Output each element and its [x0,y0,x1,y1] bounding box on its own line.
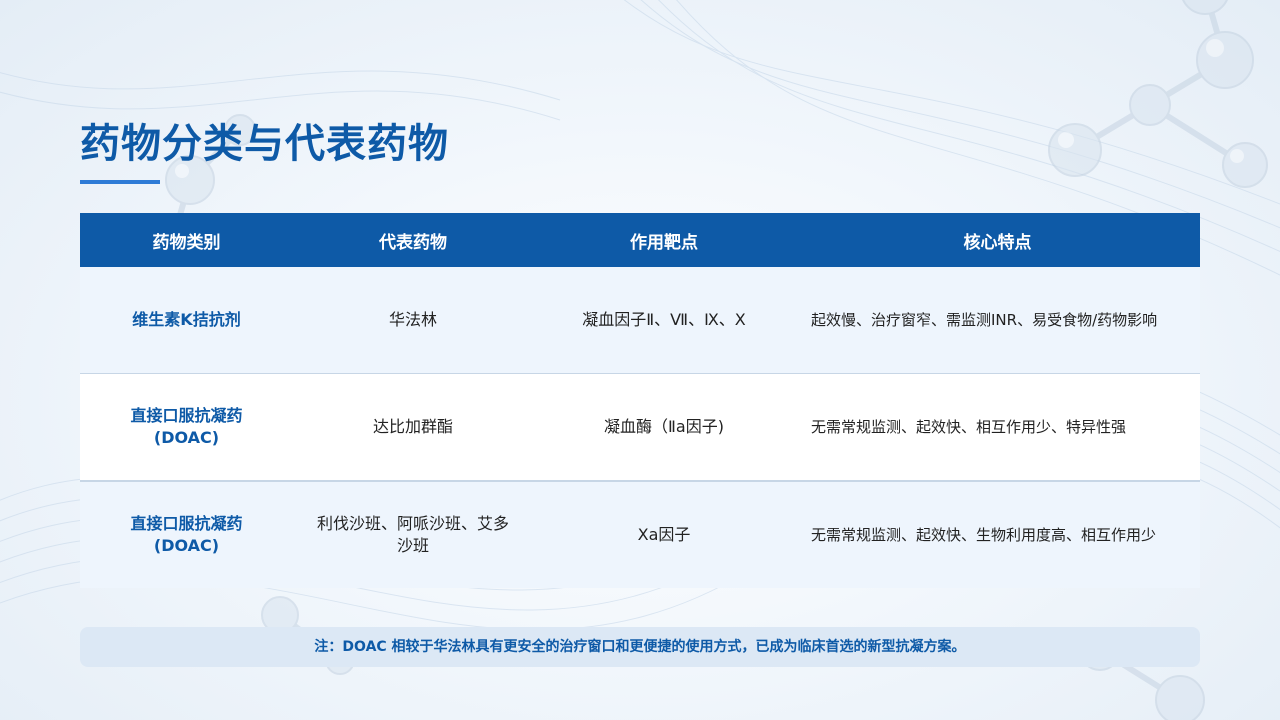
table-header-row: 药物类别 代表药物 作用靶点 核心特点 [80,213,1200,267]
header-category: 药物类别 [80,213,293,267]
cell-features: 无需常规监测、起效快、相互作用少、特异性强 [795,373,1200,482]
cell-category: 直接口服抗凝药(DOAC) [80,481,293,588]
footnote-banner: 注：DOAC 相较于华法林具有更安全的治疗窗口和更便捷的使用方式，已成为临床首选… [80,627,1200,667]
slide: 药物分类与代表药物 药物类别 代表药物 作用靶点 核心特点 维生素K拮抗剂 华法… [0,0,1280,720]
cell-drug: 华法林 [293,267,533,374]
header-drug: 代表药物 [293,213,533,267]
page-title: 药物分类与代表药物 [80,121,449,167]
header-target: 作用靶点 [533,213,795,267]
table-row: 直接口服抗凝药(DOAC) 利伐沙班、阿哌沙班、艾多沙班 Xa因子 无需常规监测… [80,481,1200,588]
table-row: 直接口服抗凝药(DOAC) 达比加群酯 凝血酶（Ⅱa因子) 无需常规监测、起效快… [80,373,1200,482]
cell-target: Xa因子 [533,481,795,588]
drug-table: 药物类别 代表药物 作用靶点 核心特点 维生素K拮抗剂 华法林 凝血因子Ⅱ、Ⅶ、… [80,213,1200,588]
cell-drug: 达比加群酯 [293,373,533,482]
cell-features: 无需常规监测、起效快、生物利用度高、相互作用少 [795,481,1200,588]
header-features: 核心特点 [795,213,1200,267]
title-underline [80,180,160,184]
cell-target: 凝血酶（Ⅱa因子) [533,373,795,482]
cell-drug: 利伐沙班、阿哌沙班、艾多沙班 [293,481,533,588]
cell-category: 维生素K拮抗剂 [80,267,293,374]
cell-category: 直接口服抗凝药(DOAC) [80,373,293,482]
cell-target: 凝血因子Ⅱ、Ⅶ、Ⅸ、Ⅹ [533,267,795,374]
cell-features: 起效慢、治疗窗窄、需监测INR、易受食物/药物影响 [795,267,1200,374]
table-row: 维生素K拮抗剂 华法林 凝血因子Ⅱ、Ⅶ、Ⅸ、Ⅹ 起效慢、治疗窗窄、需监测INR、… [80,267,1200,374]
